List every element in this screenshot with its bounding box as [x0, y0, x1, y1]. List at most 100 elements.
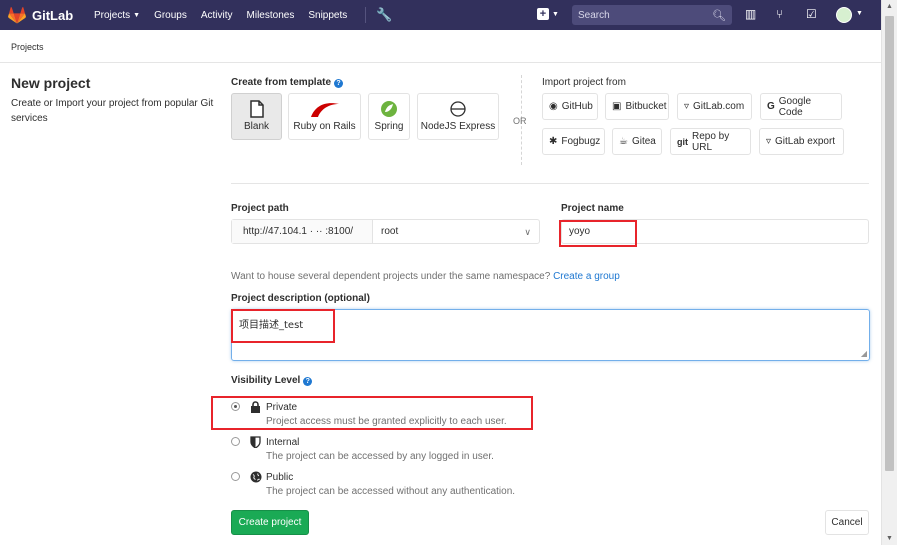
import-gitlab-export-button[interactable]: ▿ GitLab export	[759, 128, 844, 155]
bitbucket-icon: ▣	[612, 101, 622, 112]
shield-icon	[250, 436, 261, 451]
help-icon[interactable]: ?	[334, 79, 344, 88]
gitea-icon: ☕	[619, 136, 628, 147]
public-radio[interactable]	[231, 472, 240, 481]
cancel-button[interactable]: Cancel	[825, 510, 869, 535]
sidebar-toggle-icon[interactable]: ▥	[745, 7, 756, 21]
nav-groups[interactable]: Groups	[154, 10, 187, 21]
scrollbar-thumb[interactable]	[885, 16, 894, 471]
new-dropdown-button[interactable]: + ▼	[537, 8, 559, 20]
description-label: Project description (optional)	[231, 293, 370, 304]
blank-file-icon	[249, 100, 264, 121]
template-blank-label: Blank	[243, 121, 269, 132]
nav-activity[interactable]: Activity	[201, 10, 233, 21]
express-icon	[449, 100, 467, 121]
git-icon: git	[677, 136, 688, 147]
help-icon[interactable]: ?	[303, 377, 313, 386]
namespace-help-body: Want to house several dependent projects…	[231, 271, 551, 282]
namespace-select[interactable]: root ∨	[373, 220, 539, 243]
nav-snippets-label: Snippets	[308, 9, 348, 21]
bug-icon: ✱	[549, 136, 558, 147]
template-nodejs-express[interactable]: NodeJS Express	[417, 93, 499, 140]
breadcrumb[interactable]: Projects	[11, 42, 44, 52]
template-heading-text: Create from template	[231, 77, 332, 88]
nav-groups-label: Groups	[154, 9, 187, 21]
template-rails-label: Ruby on Rails	[293, 121, 356, 132]
import-gitlab-com-button[interactable]: ▿ GitLab.com	[677, 93, 752, 120]
scroll-down-icon[interactable]: ▼	[886, 535, 893, 542]
plus-square-icon: +	[537, 8, 549, 20]
import-gitea-button[interactable]: ☕ Gitea	[612, 128, 662, 155]
github-icon: ◉	[549, 101, 558, 112]
nav-milestones-label: Milestones	[246, 9, 295, 21]
rails-icon	[309, 100, 341, 121]
internal-radio[interactable]	[231, 437, 240, 446]
breadcrumb-bar: Projects	[0, 30, 881, 63]
globe-icon	[250, 471, 262, 486]
template-heading: Create from template?	[231, 77, 344, 88]
gitlab-logo[interactable]: GitLab	[8, 6, 80, 24]
create-group-link[interactable]: Create a group	[553, 271, 620, 282]
template-blank[interactable]: Blank	[231, 93, 282, 140]
annotation-highlight-description	[231, 309, 335, 343]
chevron-down-icon: ▼	[133, 11, 141, 19]
gitlab-tanuki-icon	[8, 6, 26, 23]
import-repo-by-url-label: Repo by URL	[692, 130, 730, 153]
resize-handle-icon[interactable]: ◢	[861, 349, 867, 358]
search-box: 🔍︎	[572, 5, 732, 25]
visibility-heading: Visibility Level?	[231, 375, 313, 386]
gitlab-icon: ▿	[684, 101, 690, 112]
import-gitea-label: Gitea	[631, 136, 656, 147]
merge-request-icon[interactable]: ⑂	[776, 7, 783, 21]
create-project-button[interactable]: Create project	[231, 510, 309, 535]
import-bitbucket-label: Bitbucket	[625, 101, 667, 112]
spring-icon	[380, 100, 398, 121]
template-rails[interactable]: Ruby on Rails	[288, 93, 361, 140]
nav-projects[interactable]: Projects ▼	[94, 10, 140, 21]
import-fogbugz-button[interactable]: ✱ Fogbugz	[542, 128, 605, 155]
brand-name: GitLab	[32, 7, 74, 23]
internal-description: The project can be accessed by any logge…	[266, 451, 494, 462]
google-icon: G	[767, 101, 775, 112]
nav-snippets[interactable]: Snippets	[308, 10, 347, 21]
nav-milestones[interactable]: Milestones	[247, 10, 295, 21]
search-input[interactable]	[578, 9, 713, 21]
import-github-button[interactable]: ◉ GitHub	[542, 93, 598, 120]
gitlab-icon: ▿	[766, 136, 772, 147]
todo-check-icon[interactable]: ☑	[806, 7, 817, 21]
or-separator: OR	[513, 116, 527, 126]
chevron-down-icon[interactable]: ▼	[856, 10, 863, 17]
import-github-label: GitHub	[561, 101, 593, 112]
annotation-highlight-private	[211, 396, 533, 430]
wrench-icon[interactable]: 🔧	[376, 7, 392, 23]
chevron-down-icon: ∨	[524, 227, 531, 237]
project-name-label: Project name	[561, 203, 624, 214]
project-path-group: http://47.104.1 · ·· :8100/ root ∨	[231, 219, 540, 244]
user-avatar[interactable]	[836, 7, 852, 23]
import-repo-by-url-button[interactable]: git Repo by URL	[670, 128, 751, 155]
import-google-code-label: Google Code	[778, 95, 812, 118]
template-spring[interactable]: Spring	[368, 93, 410, 140]
visibility-heading-text: Visibility Level	[231, 375, 301, 386]
template-express-label: NodeJS Express	[420, 121, 496, 132]
annotation-highlight-name	[559, 220, 637, 247]
nav-divider	[365, 7, 367, 23]
import-google-code-button[interactable]: G Google Code	[760, 93, 842, 120]
nav-activity-label: Activity	[200, 9, 233, 21]
project-path-prefix: http://47.104.1 · ·· :8100/	[232, 220, 373, 243]
page-scrollbar[interactable]: ▲ ▼	[881, 0, 897, 545]
page-description: Create or Import your project from popul…	[11, 98, 214, 124]
import-gitlab-export-label: GitLab export	[775, 136, 836, 147]
main-nav-links: Projects ▼ Groups Activity Milestones Sni…	[94, 10, 361, 21]
namespace-help-text: Want to house several dependent projects…	[231, 271, 620, 282]
import-bitbucket-button[interactable]: ▣ Bitbucket	[605, 93, 669, 120]
public-label: Public	[266, 472, 294, 483]
template-spring-label: Spring	[374, 121, 404, 132]
internal-label: Internal	[266, 437, 300, 448]
scroll-up-icon[interactable]: ▲	[886, 3, 893, 10]
public-description: The project can be accessed without any …	[266, 486, 516, 497]
import-gitlab-com-label: GitLab.com	[693, 101, 745, 112]
import-fogbugz-label: Fogbugz	[561, 136, 601, 147]
search-icon: 🔍︎	[712, 9, 726, 22]
nav-projects-label: Projects	[94, 9, 131, 21]
